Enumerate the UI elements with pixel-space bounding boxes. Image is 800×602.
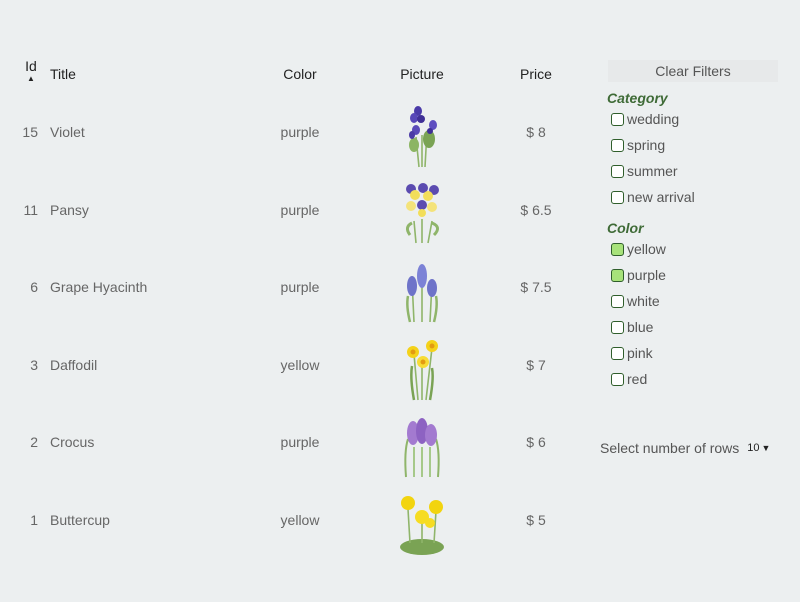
chevron-down-icon: ▼ [761, 443, 771, 453]
option-label: pink [627, 345, 653, 361]
rows-per-page-select[interactable]: 10 ▼ [747, 442, 770, 454]
checkbox-checked[interactable] [611, 268, 624, 282]
rows-per-page: Select number of rows 10 ▼ [600, 440, 770, 456]
header-price[interactable]: Price [512, 66, 560, 82]
table-body: 15 Violet purple $ 8 11 Pansy purple $ 6… [12, 96, 572, 561]
row-color: purple [280, 434, 320, 450]
row-title: Grape Hyacinth [50, 279, 148, 295]
table-row[interactable]: 11 Pansy purple $ 6.5 [12, 174, 572, 252]
header-title[interactable]: Title [50, 66, 76, 82]
row-title: Daffodil [50, 356, 98, 373]
header-id-label: Id [25, 58, 37, 74]
option-label: yellow [627, 241, 666, 257]
checkbox[interactable] [611, 346, 624, 360]
grape-hyacinth-flower-image [392, 256, 452, 324]
row-title: Buttercup [50, 511, 110, 528]
category-option-spring[interactable]: spring [611, 132, 790, 158]
row-price: $ 6 [526, 434, 546, 450]
row-color: yellow [280, 356, 320, 373]
table-header: Id ▲ Title Color Picture Price [12, 52, 572, 96]
row-price: $ 5 [526, 511, 546, 528]
buttercup-flower-image [392, 489, 452, 557]
row-id: 11 [23, 201, 38, 218]
sort-ascending-icon[interactable]: ▲ [24, 75, 38, 83]
color-option-pink[interactable]: pink [611, 340, 790, 366]
table-row[interactable]: 3 Daffodil yellow $ 7 [12, 329, 572, 407]
pansy-flower-image [392, 179, 452, 247]
header-id[interactable]: Id ▲ [24, 58, 38, 83]
checkbox[interactable] [611, 190, 624, 204]
row-title: Violet [50, 124, 85, 140]
checkbox[interactable] [611, 372, 624, 386]
row-price: $ 8 [526, 124, 546, 140]
crocus-flower-image [392, 411, 452, 479]
color-option-purple[interactable]: purple [611, 262, 790, 288]
color-option-yellow[interactable]: yellow [611, 236, 790, 262]
category-option-wedding[interactable]: wedding [611, 106, 790, 132]
row-price: $ 7.5 [520, 279, 552, 295]
row-price: $ 7 [526, 356, 546, 373]
checkbox[interactable] [611, 138, 624, 152]
flower-shop-page: Id ▲ Title Color Picture Price 15 Violet… [0, 0, 800, 602]
color-filter-title: Color [607, 220, 644, 236]
row-id: 1 [30, 511, 38, 528]
row-color: purple [280, 279, 320, 295]
header-picture: Picture [400, 66, 444, 82]
daffodil-flower-image [392, 334, 452, 402]
category-option-new-arrival[interactable]: new arrival [611, 184, 790, 210]
option-label: summer [627, 163, 678, 179]
option-label: blue [627, 319, 654, 335]
option-label: new arrival [627, 189, 695, 205]
color-option-red[interactable]: red [611, 366, 790, 392]
table-row[interactable]: 2 Crocus purple $ 6 [12, 406, 572, 484]
checkbox-checked[interactable] [611, 242, 624, 256]
row-id: 2 [30, 434, 38, 450]
option-label: red [627, 371, 648, 387]
row-id: 15 [22, 124, 38, 140]
row-id: 3 [30, 356, 38, 373]
rows-per-page-label: Select number of rows [600, 440, 740, 456]
checkbox[interactable] [611, 320, 624, 334]
row-color: purple [280, 124, 320, 140]
option-label: white [627, 293, 660, 309]
option-label: wedding [627, 111, 680, 127]
row-title: Pansy [50, 201, 89, 218]
row-color: yellow [280, 511, 320, 528]
checkbox[interactable] [611, 294, 624, 308]
checkbox[interactable] [611, 112, 624, 126]
rows-per-page-value: 10 [747, 442, 760, 454]
row-id: 6 [30, 279, 38, 295]
row-color: purple [280, 201, 320, 218]
category-filter-title: Category [607, 90, 668, 106]
row-title: Crocus [50, 434, 95, 450]
checkbox[interactable] [611, 164, 624, 178]
table-row[interactable]: 15 Violet purple $ 8 [12, 96, 572, 174]
option-label: spring [627, 137, 666, 153]
filter-sidebar: Clear Filters Category wedding spring su… [600, 60, 790, 392]
header-color[interactable]: Color [264, 66, 336, 82]
clear-filters-button[interactable]: Clear Filters [608, 60, 778, 82]
flowers-table: Id ▲ Title Color Picture Price 15 Violet… [12, 52, 572, 555]
table-row[interactable]: 1 Buttercup yellow $ 5 [12, 484, 572, 562]
category-option-summer[interactable]: summer [611, 158, 790, 184]
color-option-blue[interactable]: blue [611, 314, 790, 340]
color-option-white[interactable]: white [611, 288, 790, 314]
table-row[interactable]: 6 Grape Hyacinth purple $ 7.5 [12, 251, 572, 329]
violet-flower-image [392, 101, 452, 169]
option-label: purple [627, 267, 666, 283]
row-price: $ 6.5 [520, 201, 552, 218]
